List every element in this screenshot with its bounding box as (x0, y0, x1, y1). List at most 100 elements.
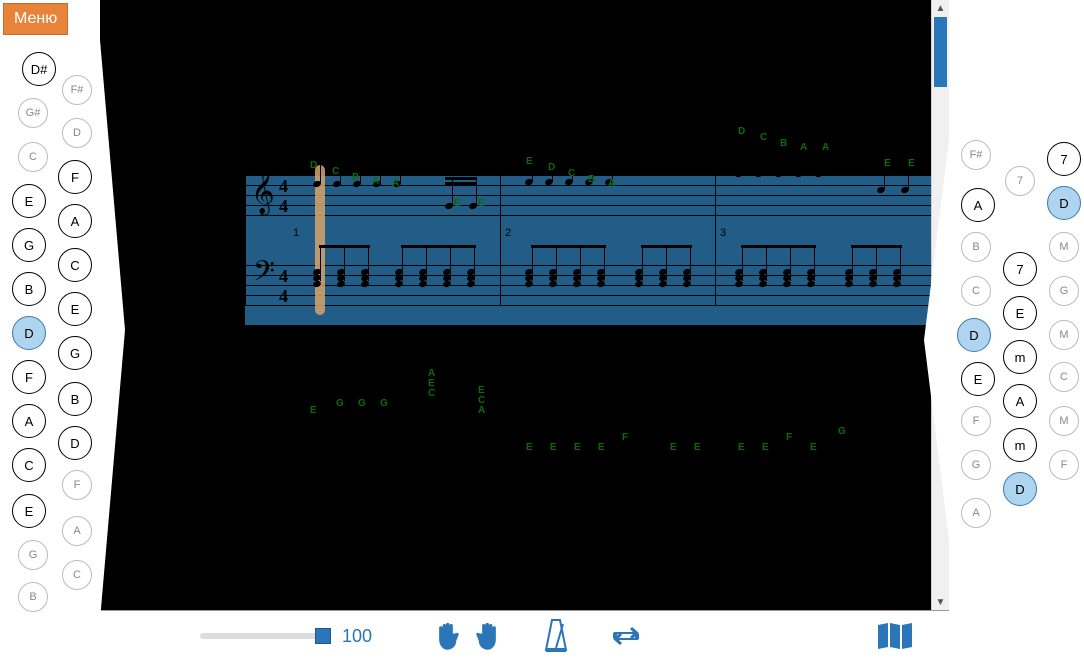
key-g[interactable]: G (1049, 276, 1079, 306)
key-f[interactable]: F (58, 160, 92, 194)
key-b[interactable]: B (58, 382, 92, 416)
beam (741, 245, 816, 248)
note-stem (742, 245, 743, 281)
key-m[interactable]: M (1049, 232, 1079, 262)
scroll-up-arrow-icon[interactable]: ▲ (932, 0, 949, 17)
key-7[interactable]: 7 (1003, 252, 1037, 286)
timesig-top: 4 (279, 177, 288, 195)
key-g[interactable]: G (58, 336, 92, 370)
note-label: E (526, 156, 533, 167)
fold-view-button[interactable] (876, 621, 914, 651)
key-f[interactable]: F (12, 360, 46, 394)
key-e[interactable]: E (1003, 296, 1037, 330)
loop-button[interactable] (609, 624, 643, 648)
note-label: E (310, 405, 317, 416)
hand-right-icon (475, 620, 503, 652)
note-label: E (670, 442, 677, 453)
note-label: E (598, 442, 605, 453)
note-label: E (810, 442, 817, 453)
key-f[interactable]: F (961, 406, 991, 436)
measure-num: 1 (293, 227, 299, 239)
note-label: A (392, 178, 399, 189)
note-stem (426, 245, 427, 281)
key-d[interactable]: D (58, 426, 92, 460)
key-e[interactable]: E (58, 292, 92, 326)
key-fsharp[interactable]: F# (62, 75, 92, 105)
note-label: B (780, 138, 787, 149)
note-label: A (822, 142, 829, 153)
barline (500, 175, 501, 305)
beam (313, 155, 401, 158)
beam (877, 166, 909, 169)
key-b[interactable]: B (18, 582, 48, 612)
key-d[interactable]: D (957, 318, 991, 352)
key-m[interactable]: m (1003, 340, 1037, 374)
note-stem (604, 245, 605, 281)
key-e[interactable]: E (961, 362, 995, 396)
note-stem (876, 245, 877, 281)
key-d[interactable]: D (12, 316, 46, 350)
key-a[interactable]: A (961, 498, 991, 528)
key-c[interactable]: C (18, 142, 48, 172)
key-f[interactable]: F (1049, 450, 1079, 480)
note-label: E (526, 442, 533, 453)
note-stem (580, 245, 581, 281)
note-label: E (454, 198, 461, 209)
key-c[interactable]: C (12, 448, 46, 482)
playback-cursor[interactable] (315, 165, 325, 315)
note-label: G (358, 398, 366, 409)
key-c[interactable]: C (1049, 362, 1079, 392)
tempo-slider-thumb[interactable] (315, 628, 331, 644)
beam (319, 245, 370, 248)
note-label: G (336, 398, 344, 409)
note-label: F (786, 432, 792, 443)
key-a[interactable]: A (62, 516, 92, 546)
key-c[interactable]: C (961, 276, 991, 306)
key-d[interactable]: D (1003, 472, 1037, 506)
key-a[interactable]: A (1003, 384, 1037, 418)
beam (735, 145, 823, 148)
right-key-panel: F#77ADBM7CGEDMmECAFMmGFDA (949, 0, 1084, 610)
key-b[interactable]: B (12, 272, 46, 306)
menu-button[interactable]: Меню (3, 3, 68, 35)
key-d[interactable]: D (62, 118, 92, 148)
key-a[interactable]: A (58, 204, 92, 238)
key-e[interactable]: E (12, 494, 46, 528)
note-stem (474, 245, 475, 281)
note-stem (556, 245, 557, 281)
barline (715, 175, 716, 305)
key-m[interactable]: m (1003, 428, 1037, 462)
key-dsharp[interactable]: D# (22, 52, 56, 86)
key-c[interactable]: C (62, 560, 92, 590)
key-e[interactable]: E (12, 184, 46, 218)
key-fsharp[interactable]: F# (961, 140, 991, 170)
tempo-slider[interactable] (200, 633, 330, 639)
key-7[interactable]: 7 (1047, 142, 1081, 176)
key-g[interactable]: G (12, 228, 46, 262)
key-a[interactable]: A (961, 188, 995, 222)
note-stem (368, 245, 369, 281)
right-hand-button[interactable] (475, 620, 503, 652)
key-gsharp[interactable]: G# (18, 98, 48, 128)
key-7[interactable]: 7 (1005, 166, 1035, 196)
key-m[interactable]: M (1049, 406, 1079, 436)
key-m[interactable]: M (1049, 320, 1079, 350)
metronome-button[interactable] (543, 618, 569, 654)
hand-left-icon (432, 620, 460, 652)
key-c[interactable]: C (58, 248, 92, 282)
key-g[interactable]: G (961, 450, 991, 480)
note-stem (790, 245, 791, 281)
beam (851, 245, 902, 248)
note-label: C (332, 166, 339, 177)
key-b[interactable]: B (961, 232, 991, 262)
key-a[interactable]: A (12, 404, 46, 438)
key-d[interactable]: D (1047, 186, 1081, 220)
note-label: C (428, 388, 435, 399)
key-g[interactable]: G (18, 540, 48, 570)
note-label: F (622, 432, 628, 443)
left-hand-button[interactable] (432, 620, 460, 652)
key-f[interactable]: F (62, 470, 92, 500)
scroll-thumb[interactable] (934, 17, 947, 87)
bass-staff (245, 265, 935, 305)
scroll-down-arrow-icon[interactable]: ▼ (932, 594, 949, 611)
